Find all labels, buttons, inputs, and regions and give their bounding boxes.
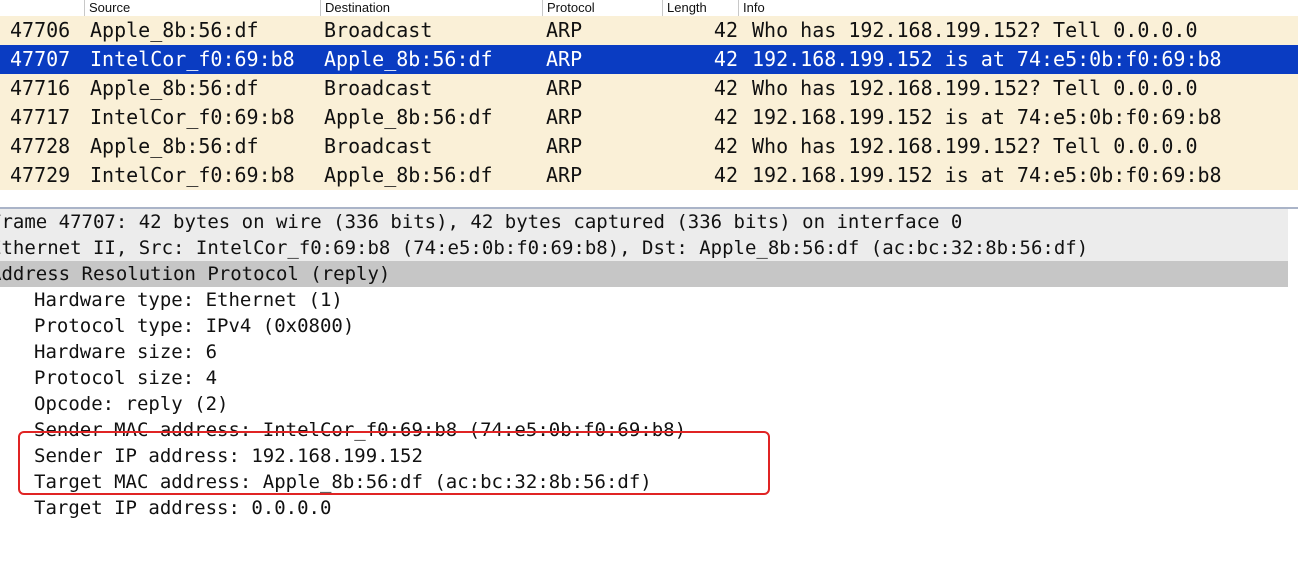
packet-number: 47729	[10, 163, 71, 187]
packet-info: 192.168.199.152 is at 74:e5:0b:f0:69:b8	[752, 105, 1222, 129]
packet-source: IntelCor_f0:69:b8	[90, 47, 295, 71]
packet-row[interactable]: 47729 IntelCor_f0:69:b8 Apple_8b:56:df A…	[0, 161, 1298, 190]
packet-info: 192.168.199.152 is at 74:e5:0b:f0:69:b8	[752, 163, 1222, 187]
packet-protocol: ARP	[546, 18, 583, 42]
packet-number: 47716	[10, 76, 71, 100]
packet-destination: Apple_8b:56:df	[324, 47, 493, 71]
column-header-info[interactable]: Info	[738, 0, 1298, 16]
detail-target-mac[interactable]: Target MAC address: Apple_8b:56:df (ac:b…	[0, 469, 1298, 495]
packet-list-header: Source Destination Protocol Length Info	[0, 0, 1298, 16]
detail-arp[interactable]: Address Resolution Protocol (reply)	[0, 261, 1288, 287]
packet-length: 42	[713, 18, 738, 42]
detail-ethernet[interactable]: Ethernet II, Src: IntelCor_f0:69:b8 (74:…	[0, 235, 1288, 261]
packet-source: Apple_8b:56:df	[90, 76, 259, 100]
detail-protocol-type[interactable]: Protocol type: IPv4 (0x0800)	[0, 313, 1298, 339]
packet-length: 42	[713, 163, 738, 187]
packet-info: Who has 192.168.199.152? Tell 0.0.0.0	[752, 76, 1198, 100]
packet-length: 42	[713, 47, 738, 71]
packet-source: Apple_8b:56:df	[90, 18, 259, 42]
packet-length: 42	[713, 134, 738, 158]
detail-hardware-type[interactable]: Hardware type: Ethernet (1)	[0, 287, 1298, 313]
packet-protocol: ARP	[546, 163, 583, 187]
packet-info: Who has 192.168.199.152? Tell 0.0.0.0	[752, 134, 1198, 158]
detail-frame[interactable]: Frame 47707: 42 bytes on wire (336 bits)…	[0, 209, 1288, 235]
packet-info: Who has 192.168.199.152? Tell 0.0.0.0	[752, 18, 1198, 42]
packet-list: Source Destination Protocol Length Info …	[0, 0, 1298, 208]
packet-protocol: ARP	[546, 134, 583, 158]
packet-destination: Apple_8b:56:df	[324, 105, 493, 129]
packet-destination: Apple_8b:56:df	[324, 163, 493, 187]
packet-source: IntelCor_f0:69:b8	[90, 163, 295, 187]
packet-source: IntelCor_f0:69:b8	[90, 105, 295, 129]
detail-hardware-size[interactable]: Hardware size: 6	[0, 339, 1298, 365]
column-header-destination[interactable]: Destination	[320, 0, 542, 16]
packet-details-pane: Frame 47707: 42 bytes on wire (336 bits)…	[0, 209, 1298, 521]
packet-protocol: ARP	[546, 76, 583, 100]
packet-destination: Broadcast	[324, 18, 433, 42]
packet-number: 47706	[10, 18, 71, 42]
packet-protocol: ARP	[546, 105, 583, 129]
column-header-source[interactable]: Source	[84, 0, 320, 16]
detail-sender-ip[interactable]: Sender IP address: 192.168.199.152	[0, 443, 1298, 469]
packet-row[interactable]: 47728 Apple_8b:56:df Broadcast ARP 42 Wh…	[0, 132, 1298, 161]
column-header-protocol[interactable]: Protocol	[542, 0, 662, 16]
packet-source: Apple_8b:56:df	[90, 134, 259, 158]
packet-destination: Broadcast	[324, 134, 433, 158]
packet-rows: 47706 Apple_8b:56:df Broadcast ARP 42 Wh…	[0, 16, 1298, 190]
column-header-length[interactable]: Length	[662, 0, 738, 16]
detail-opcode[interactable]: Opcode: reply (2)	[0, 391, 1298, 417]
packet-length: 42	[713, 76, 738, 100]
packet-row[interactable]: 47716 Apple_8b:56:df Broadcast ARP 42 Wh…	[0, 74, 1298, 103]
detail-sender-mac[interactable]: Sender MAC address: IntelCor_f0:69:b8 (7…	[0, 417, 1298, 443]
packet-row-selected[interactable]: 47707 IntelCor_f0:69:b8 Apple_8b:56:df A…	[0, 45, 1298, 74]
packet-row[interactable]: 47717 IntelCor_f0:69:b8 Apple_8b:56:df A…	[0, 103, 1298, 132]
detail-protocol-size[interactable]: Protocol size: 4	[0, 365, 1298, 391]
packet-destination: Broadcast	[324, 76, 433, 100]
packet-number: 47728	[10, 134, 71, 158]
packet-protocol: ARP	[546, 47, 583, 71]
detail-target-ip[interactable]: Target IP address: 0.0.0.0	[0, 495, 1298, 521]
packet-length: 42	[713, 105, 738, 129]
packet-row[interactable]: 47706 Apple_8b:56:df Broadcast ARP 42 Wh…	[0, 16, 1298, 45]
packet-number: 47707	[10, 47, 71, 71]
packet-number: 47717	[10, 105, 71, 129]
packet-info: 192.168.199.152 is at 74:e5:0b:f0:69:b8	[752, 47, 1222, 71]
